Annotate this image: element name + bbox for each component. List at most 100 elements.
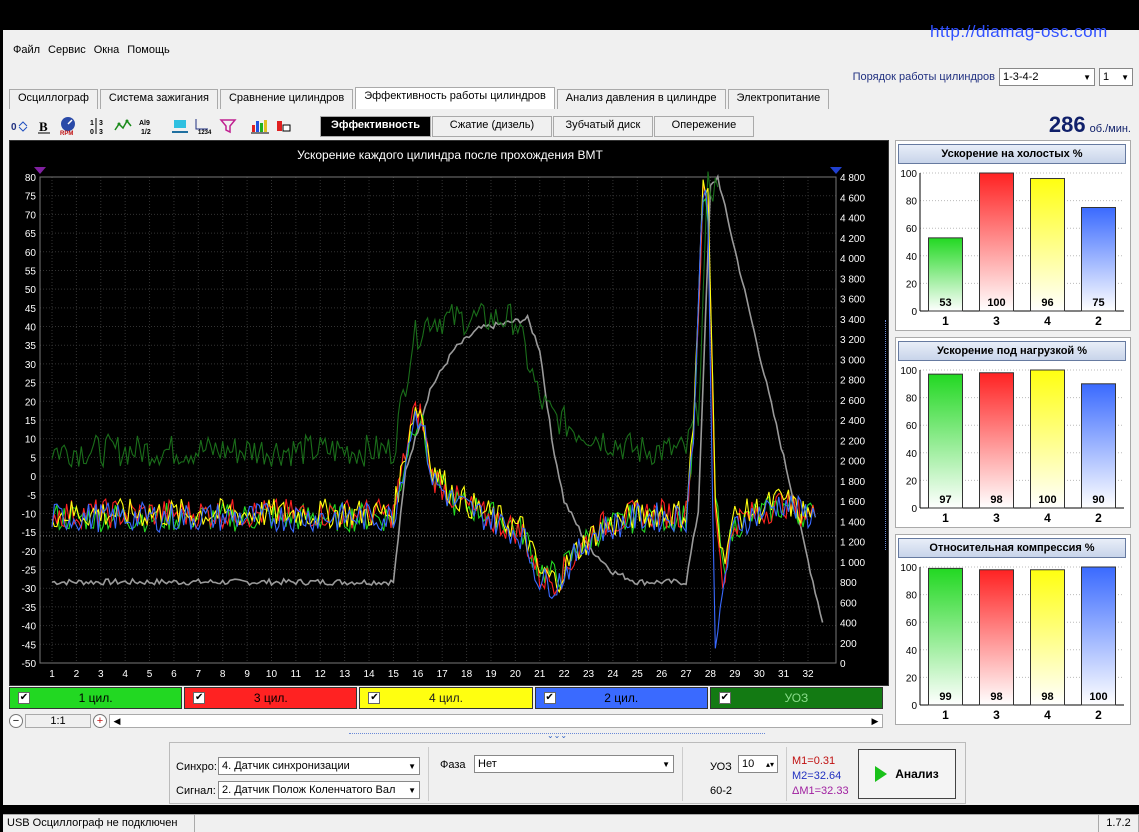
legend-cyl-1[interactable]: ✔ 1 цил. [9,687,183,709]
bar-y-tick: 100 [900,366,917,377]
phase-select[interactable]: Нет ▼ [474,755,674,773]
tab-oscilloscope[interactable]: Осциллограф [9,89,98,109]
tab-compare-cylinders[interactable]: Сравнение цилиндров [219,89,354,109]
menu-service[interactable]: Сервис [44,42,90,58]
zoom-in-icon[interactable]: + [93,714,107,728]
zoom-out-icon[interactable]: − [9,714,23,728]
legend-cyl-2[interactable]: ✔ 2 цил. [534,687,708,709]
waveform-icon[interactable] [113,115,135,137]
scroll-right-icon[interactable]: ▶ [868,716,882,727]
analyze-button[interactable]: Анализ [858,749,956,799]
x-tick-label: 8 [220,669,226,680]
y-tick-label: -5 [27,491,36,502]
x-tick-label: 19 [485,669,497,680]
numbering-icon[interactable]: 1234 [193,115,215,137]
checkbox-icon[interactable]: ✔ [18,692,30,704]
y-tick-label: -20 [22,547,37,558]
cylinder-order-icon[interactable]: 1 03 3 [89,115,111,137]
filter-icon[interactable] [217,115,239,137]
legend-cyl-3[interactable]: ✔ 3 цил. [184,687,358,709]
vertical-splitter[interactable] [885,320,889,550]
sensor-icon[interactable] [169,115,191,137]
bar-value-label: 100 [987,297,1005,309]
bar-value-label: 97 [939,494,951,506]
subtab-efficiency[interactable]: Эффективность [320,116,431,137]
series-line-5 [51,171,719,469]
y2-tick-label: 1 200 [840,538,865,549]
tab-ignition[interactable]: Система зажигания [99,89,218,109]
y2-tick-label: 2 400 [840,416,865,427]
menu-file[interactable]: Файл [9,42,44,58]
grid [40,176,836,664]
horizontal-scrollbar[interactable]: ◀ ▶ [109,714,883,728]
y-tick-label: 55 [25,266,37,277]
bar-chart-icon[interactable] [249,115,271,137]
bar-1 [928,567,963,706]
uoz-spinner[interactable]: 10 ▴▾ [738,755,778,773]
x-tick-label: 6 [171,669,177,680]
indicator-icon[interactable] [273,115,295,137]
horizontal-splitter[interactable]: ⌄⌄⌄ [349,732,765,741]
rpm-value: 286 [1048,112,1086,137]
cylinder-spin[interactable]: 1 ▼ [1099,68,1133,86]
rpm-icon[interactable]: RPM [57,115,79,137]
bar-value-label: 75 [1092,297,1104,309]
checkbox-icon[interactable]: ✔ [368,692,381,704]
menu-windows[interactable]: Окна [90,42,124,58]
subtab-advance[interactable]: Опережение [653,116,754,137]
checkbox-icon[interactable]: ✔ [543,692,556,704]
bar-y-tick: 20 [906,673,918,684]
bar-category-label: 1 [942,708,949,722]
signal-value: 2. Датчик Полож Коленчатого Вал [222,784,396,796]
legend-uoz[interactable]: ✔ УОЗ [709,687,884,709]
toolbar: 0 B RPM 1033 Al9 1/2 1234 [9,114,295,138]
phase-label: Фаза [440,759,466,771]
bar-value-label: 98 [990,691,1002,703]
y-tick-label: 15 [25,416,37,427]
algorithm-icon[interactable]: Al9 1/2 [137,115,159,137]
y2-tick-label: 3 600 [840,295,865,306]
main-chart[interactable]: Ускорение каждого цилиндра после прохожд… [9,140,889,686]
zero-offset-icon[interactable]: 0 [9,115,31,137]
scroll-left-icon[interactable]: ◀ [110,716,124,727]
bold-icon[interactable]: B [33,115,55,137]
x-tick-label: 10 [266,669,278,680]
chevron-down-icon: ▼ [1083,72,1091,82]
cylinder-order-value: 1-3-4-2 [1003,71,1039,83]
svg-text:0: 0 [90,129,94,135]
y2-tick-label: 4 000 [840,254,865,265]
svg-text:1: 1 [90,120,94,127]
tab-pressure-analysis[interactable]: Анализ давления в цилиндре [556,89,726,109]
x-tick-label: 28 [705,669,717,680]
sync-value: 4. Датчик синхронизации [222,760,350,772]
svg-text:RPM: RPM [60,131,73,136]
x-tick-label: 29 [729,669,741,680]
subtab-tooth-disc[interactable]: Зубчатый диск [552,116,653,137]
legend-cyl-4[interactable]: ✔ 4 цил. [359,687,533,709]
y-tick-label: -45 [22,640,37,651]
tab-power-supply[interactable]: Электропитание [727,89,830,109]
bar-y-tick: 20 [906,279,918,290]
legend-label: 2 цил. [604,691,639,705]
chevron-down-icon: ▼ [408,785,416,795]
x-tick-label: 32 [802,669,814,680]
x-tick-label: 15 [388,669,400,680]
load-acceleration-panel: Ускорение под нагрузкой % 100 80 60 40 20 0 97… [895,337,1131,528]
menu-help[interactable]: Помощь [123,42,174,58]
bar-category-label: 1 [942,511,949,525]
signal-label: Сигнал: [176,785,216,797]
spin-icon[interactable]: ▴▾ [766,760,774,769]
tab-cylinder-efficiency[interactable]: Эффективность работы цилиндров [355,87,555,109]
y-tick-label: 0 [30,472,36,483]
signal-select[interactable]: 2. Датчик Полож Коленчатого Вал ▼ [218,781,420,799]
y-tick-label: 20 [25,397,37,408]
bar-y-tick: 40 [906,646,918,657]
subtab-compression-diesel[interactable]: Сжатие (дизель) [431,116,552,137]
checkbox-icon[interactable]: ✔ [193,692,206,704]
y2-tick-label: 2 200 [840,436,865,447]
checkbox-icon[interactable]: ✔ [718,692,731,704]
sync-select[interactable]: 4. Датчик синхронизации ▼ [218,757,420,775]
y2-tick-label: 4 600 [840,193,865,204]
cylinder-order-select[interactable]: 1-3-4-2 ▼ [999,68,1095,86]
bar-y-tick: 0 [911,307,917,318]
